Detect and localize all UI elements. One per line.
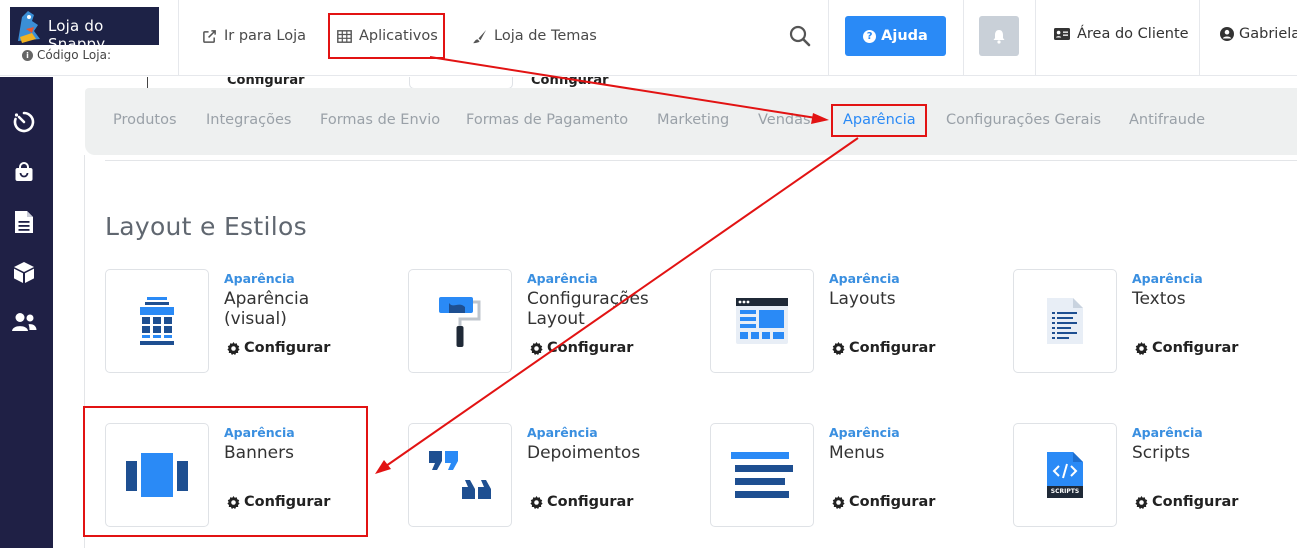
arrow-head [811, 113, 829, 124]
arrow-to-banners [385, 137, 859, 467]
app-root: Loja do Snappy i Código Loja: Ir para Lo… [0, 0, 1297, 548]
annotation-arrows [375, 56, 859, 474]
arrow-to-appearance [429, 56, 817, 119]
arrow-head [375, 460, 391, 474]
